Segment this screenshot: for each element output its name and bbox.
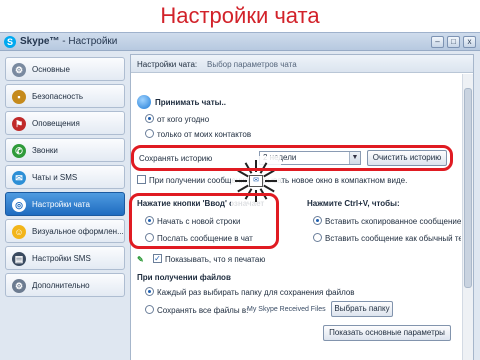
accept-anyone-radio[interactable] (145, 114, 154, 123)
sidebar-item-calls[interactable]: ✆ Звонки (5, 138, 125, 162)
paste-as-message-label: Вставить скопированное сообщение ка (325, 217, 461, 226)
choose-folder-each-time-radio[interactable] (145, 287, 154, 296)
accept-anyone-label: от кого угодно (157, 115, 210, 124)
sidebar-item-security[interactable]: ▪ Безопасность (5, 84, 125, 108)
accept-chats-label: Принимать чаты.. (155, 98, 226, 107)
chat-settings-icon: ◎ (12, 198, 26, 212)
banner: Настройки чата (0, 0, 480, 32)
enter-send-message-label: Послать сообщение в чат (157, 234, 253, 243)
sidebar-item-label: Чаты и SMS (32, 173, 78, 182)
skype-logo-icon: S (4, 36, 16, 48)
phone-icon: ✆ (12, 144, 26, 158)
gear-icon: ⚙ (12, 63, 26, 77)
sidebar-item-chat-settings[interactable]: ◎ Настройки чата (5, 192, 125, 216)
lock-icon: ▪ (12, 90, 26, 104)
envelope-icon: ✉ (249, 175, 263, 187)
flag-icon: ⚑ (12, 117, 26, 131)
paste-as-text-label: Вставить сообщение как обычный текс (325, 234, 461, 243)
settings-sidebar: ⚙ Основные ▪ Безопасность ⚑ Оповещения ✆… (2, 54, 126, 360)
panel-header: Настройки чата: Выбор параметров чата (131, 55, 473, 73)
window-title-text: Настройки (68, 36, 118, 47)
save-all-files-label: Сохранять все файлы в: (157, 306, 249, 315)
save-all-files-radio[interactable] (145, 305, 154, 314)
sidebar-item-label: Настройки чата (32, 200, 90, 209)
window-title: Skype™ - Настройки (20, 36, 117, 47)
sms-icon: ▤ (12, 252, 26, 266)
skype-settings-window: S Skype™ - Настройки – □ x ⚙ Основные ▪ … (0, 32, 480, 360)
advanced-gear-icon: ⚙ (12, 279, 26, 293)
chat-bubble-icon (137, 95, 151, 109)
chat-settings-panel: Настройки чата: Выбор параметров чата Пр… (129, 54, 474, 360)
accept-contacts-only-label: только от моих контактов (157, 130, 252, 139)
loading-spinner: ✉ (231, 156, 281, 206)
sidebar-item-chats-sms[interactable]: ✉ Чаты и SMS (5, 165, 125, 189)
file-receive-label: При получении файлов (137, 273, 231, 282)
clear-history-button[interactable]: Очистить историю (367, 150, 447, 166)
enter-new-line-label: Начать с новой строки (157, 217, 241, 226)
close-button[interactable]: x (463, 36, 476, 48)
panel-scrollbar[interactable] (462, 74, 473, 360)
choose-folder-button[interactable]: Выбрать папку (331, 301, 393, 317)
enter-new-line-radio[interactable] (145, 216, 154, 225)
paste-as-text-radio[interactable] (313, 233, 322, 242)
show-typing-label: Показывать, что я печатаю (165, 255, 266, 264)
sidebar-item-sms-settings[interactable]: ▤ Настройки SMS (5, 246, 125, 270)
choose-folder-each-time-label: Каждый раз выбирать папку для сохранения… (157, 288, 355, 297)
title-bar: S Skype™ - Настройки – □ x (0, 33, 480, 51)
sidebar-item-general[interactable]: ⚙ Основные (5, 57, 125, 81)
sidebar-item-appearance[interactable]: ☺ Визуальное оформлен... (5, 219, 125, 243)
panel-subtitle: Выбор параметров чата (207, 60, 297, 69)
accept-contacts-only-radio[interactable] (145, 129, 154, 138)
sidebar-item-advanced[interactable]: ⚙ Дополнительно (5, 273, 125, 297)
scrollbar-thumb[interactable] (464, 88, 472, 288)
compact-window-checkbox[interactable] (137, 175, 146, 184)
maximize-button[interactable]: □ (447, 36, 460, 48)
ctrl-v-label: Нажмите Ctrl+V, чтобы: (307, 199, 400, 208)
history-label: Сохранять историю (139, 154, 213, 163)
smiley-icon: ☺ (12, 225, 26, 239)
chevron-down-icon[interactable]: ▼ (349, 152, 360, 164)
sidebar-item-label: Звонки (32, 146, 58, 155)
sidebar-item-label: Основные (32, 65, 70, 74)
panel-title: Настройки чата: (137, 60, 198, 69)
sidebar-item-label: Безопасность (32, 92, 84, 101)
pencil-icon: ✎ (137, 255, 144, 264)
paste-as-message-radio[interactable] (313, 216, 322, 225)
sidebar-item-label: Дополнительно (32, 281, 90, 290)
show-typing-checkbox[interactable]: ✓ (153, 254, 162, 263)
minimize-button[interactable]: – (431, 36, 444, 48)
enter-send-message-radio[interactable] (145, 233, 154, 242)
sidebar-item-label: Оповещения (32, 119, 80, 128)
chat-icon: ✉ (12, 171, 26, 185)
show-main-settings-button[interactable]: Показать основные параметры (323, 325, 451, 341)
app-name: Skype™ (20, 36, 60, 47)
banner-title: Настройки чата (160, 3, 320, 28)
sidebar-item-notifications[interactable]: ⚑ Оповещения (5, 111, 125, 135)
sidebar-item-label: Визуальное оформлен... (32, 227, 124, 236)
received-files-folder-path: My Skype Received Files (247, 306, 326, 313)
sidebar-item-label: Настройки SMS (32, 254, 91, 263)
